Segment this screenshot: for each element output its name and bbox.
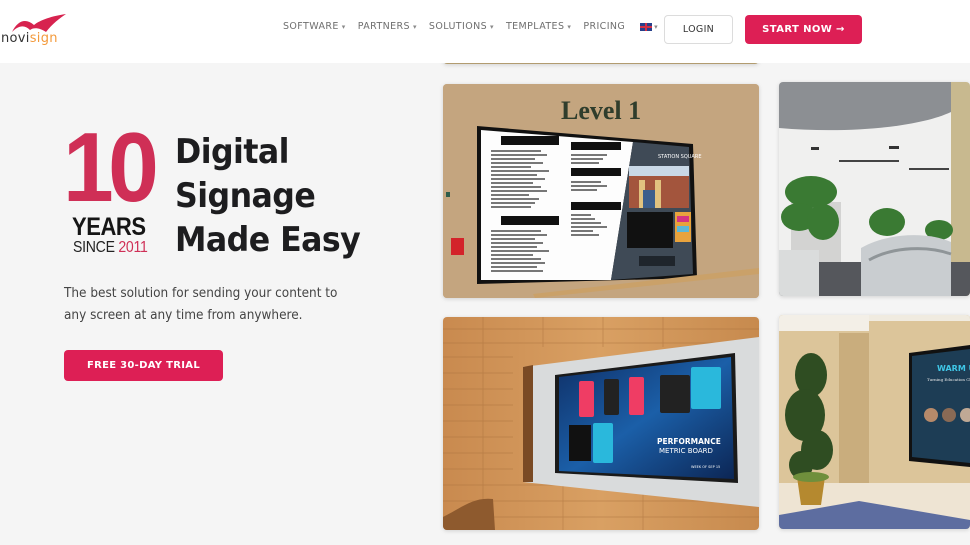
badge-number: 10 xyxy=(63,112,159,222)
board-footer: WEEK OF SEP 15 xyxy=(691,465,720,469)
login-button[interactable]: LOGIN xyxy=(664,15,733,44)
badge-years: YEARS xyxy=(72,213,146,241)
badge-since: SINCE 2011 xyxy=(73,239,148,256)
headline-line-1: Digital xyxy=(175,132,290,172)
headline-line-2: Signage xyxy=(175,176,316,216)
nav-partners[interactable]: PARTNERS ▾ xyxy=(358,21,417,32)
free-trial-button[interactable]: FREE 30-DAY TRIAL xyxy=(64,350,223,381)
start-now-button[interactable]: START NOW → xyxy=(745,15,862,44)
performance-board-image: PERFORMANCE METRIC BOARD WEEK OF SEP 15 xyxy=(443,317,759,530)
uk-flag-icon xyxy=(640,22,653,31)
nav-software[interactable]: SOFTWARE ▾ xyxy=(283,21,346,32)
chevron-down-icon: ▾ xyxy=(341,22,346,31)
novisign-logo[interactable]: novisign xyxy=(0,12,80,48)
headline-line-3: Made Easy xyxy=(175,220,361,260)
board-title-line2: METRIC BOARD xyxy=(659,447,713,455)
warm-up-title: WARM U xyxy=(937,364,970,373)
chevron-down-icon: ▾ xyxy=(654,22,658,31)
station-square-logo: STATION SQUARE xyxy=(658,154,702,160)
hero-subtitle: The best solution for sending your conte… xyxy=(64,286,338,323)
nav-templates[interactable]: TEMPLATES ▾ xyxy=(506,21,571,32)
language-selector[interactable]: ▾ xyxy=(638,22,658,31)
ten-years-badge: 10 YEARS SINCE 2011 xyxy=(63,118,163,263)
site-header: novisign SOFTWARE ▾ PARTNERS ▾ SOLUTIONS ▾ … xyxy=(0,0,970,63)
office-lobby-image xyxy=(779,82,970,296)
warm-up-subtitle: Turning Education Chall xyxy=(927,377,970,382)
level1-directory-image: Level 1 STATION SQUARE xyxy=(443,84,759,298)
chevron-down-icon: ▾ xyxy=(413,22,417,31)
main-nav: SOFTWARE ▾ PARTNERS ▾ SOLUTIONS ▾ TEMPLATES… xyxy=(283,21,658,32)
level-sign: Level 1 xyxy=(561,96,641,125)
chevron-down-icon: ▾ xyxy=(567,22,572,31)
nav-pricing[interactable]: PRICING xyxy=(583,21,625,32)
board-title-line1: PERFORMANCE xyxy=(657,437,721,446)
logo-wordmark: novisign xyxy=(1,31,58,46)
hero-headline: Digital Signage Made Easy xyxy=(175,130,375,262)
nav-solutions[interactable]: SOLUTIONS ▾ xyxy=(429,21,494,32)
chevron-down-icon: ▾ xyxy=(490,22,494,31)
warm-up-screen-image: WARM U Turning Education Chall xyxy=(779,315,970,529)
